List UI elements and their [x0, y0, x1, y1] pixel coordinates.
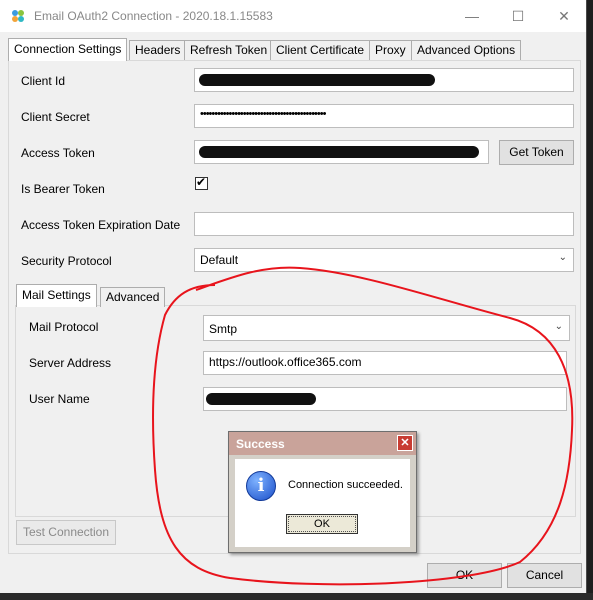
tab-client-certificate[interactable]: Client Certificate — [270, 40, 371, 60]
expiration-date-label: Access Token Expiration Date — [21, 218, 181, 232]
info-icon: i — [246, 471, 276, 501]
redaction-mark — [199, 146, 479, 158]
client-secret-label: Client Secret — [21, 110, 90, 124]
redaction-mark — [199, 74, 435, 86]
tab-refresh-token[interactable]: Refresh Token — [184, 40, 274, 60]
server-address-field[interactable]: https://outlook.office365.com — [203, 351, 567, 375]
dialog-ok-button[interactable]: OK — [286, 514, 358, 534]
subtab-mail-settings[interactable]: Mail Settings — [16, 284, 97, 307]
close-button[interactable]: ✕ — [541, 0, 587, 32]
access-token-label: Access Token — [21, 146, 95, 160]
check-icon: ✔ — [196, 175, 207, 189]
minimize-button[interactable]: — — [449, 0, 495, 32]
dialog-title: Success — [236, 437, 285, 451]
tab-advanced-options[interactable]: Advanced Options — [411, 40, 522, 60]
mail-protocol-label: Mail Protocol — [29, 320, 99, 334]
maximize-button[interactable]: ☐ — [495, 0, 541, 32]
cancel-button[interactable]: Cancel — [507, 563, 582, 588]
security-protocol-label: Security Protocol — [21, 254, 112, 268]
success-dialog: Success ✕ i Connection succeeded. OK — [228, 431, 417, 553]
tab-proxy[interactable]: Proxy — [369, 40, 412, 60]
security-protocol-select[interactable]: Default ⌄ — [194, 248, 574, 272]
redaction-mark — [206, 393, 316, 405]
title-bar: Email OAuth2 Connection - 2020.18.1.1558… — [0, 0, 586, 32]
mail-protocol-select[interactable]: Smtp ⌄ — [203, 315, 570, 341]
tab-headers[interactable]: Headers — [129, 40, 187, 60]
get-token-button[interactable]: Get Token — [499, 140, 574, 165]
subtab-advanced[interactable]: Advanced — [100, 287, 166, 307]
ok-button[interactable]: OK — [427, 563, 502, 588]
security-protocol-value: Default — [200, 253, 239, 267]
test-connection-button[interactable]: Test Connection — [16, 520, 116, 545]
user-name-field[interactable] — [203, 387, 567, 411]
window-title: Email OAuth2 Connection - 2020.18.1.1558… — [34, 9, 273, 23]
mail-protocol-value: Smtp — [209, 322, 238, 336]
user-name-label: User Name — [29, 392, 90, 406]
client-id-field[interactable] — [194, 68, 574, 92]
server-address-label: Server Address — [29, 356, 112, 370]
dialog-close-button[interactable]: ✕ — [397, 435, 413, 451]
expiration-date-field[interactable] — [194, 212, 574, 236]
dialog-title-bar: Success ✕ — [229, 432, 416, 455]
chevron-down-icon: ⌄ — [554, 321, 563, 332]
client-id-label: Client Id — [21, 74, 66, 88]
access-token-field[interactable] — [194, 140, 489, 164]
bearer-token-label: Is Bearer Token — [21, 182, 105, 196]
client-secret-field[interactable]: ••••••••••••••••••••••••••••••••••••••••… — [194, 104, 574, 128]
chevron-down-icon: ⌄ — [558, 252, 567, 263]
dialog-body: i Connection succeeded. OK — [235, 459, 410, 547]
app-icon — [12, 10, 24, 22]
tab-connection-settings[interactable]: Connection Settings — [8, 38, 128, 61]
dialog-message: Connection succeeded. — [288, 479, 403, 491]
bearer-token-checkbox[interactable]: ✔ — [195, 175, 208, 190]
background-strip — [0, 593, 593, 600]
